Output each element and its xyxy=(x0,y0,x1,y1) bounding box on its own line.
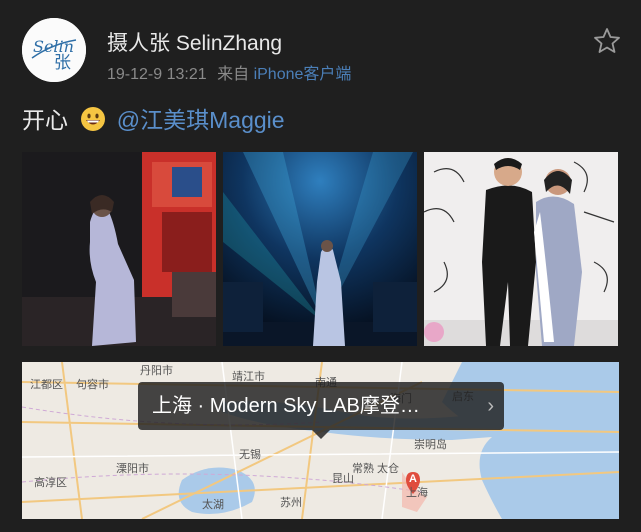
username[interactable]: 摄人张 SelinZhang xyxy=(107,27,282,57)
svg-text:张: 张 xyxy=(54,53,71,73)
grinning-face-icon xyxy=(81,107,106,131)
star-icon[interactable] xyxy=(592,26,622,56)
location-name: 上海 · Modern Sky LAB摩登… xyxy=(152,395,420,417)
map-label-liyang: 溧阳市 xyxy=(116,463,149,475)
map-label-taihu: 太湖 xyxy=(202,499,224,511)
map-label-shanghai: 上海 xyxy=(406,487,428,499)
location-tooltip[interactable]: 上海 · Modern Sky LAB摩登… › xyxy=(138,382,504,430)
avatar-logo-icon: Selin 张 xyxy=(22,18,86,82)
timestamp: 19-12-9 13:21 xyxy=(107,66,207,83)
concert-photo-2[interactable] xyxy=(223,152,417,346)
source-prefix: 来自 xyxy=(217,66,250,83)
map-label-taicang: 太仓 xyxy=(377,463,399,475)
map-label-gaochun: 高淳区 xyxy=(34,477,67,489)
map-label-yancheng: 丹阳市 xyxy=(140,365,173,377)
map-label-jiangdu: 江都区 xyxy=(30,379,63,391)
tooltip-tail xyxy=(312,430,330,439)
concert-photo-1[interactable] xyxy=(22,152,216,346)
map-label-wuxi: 无锡 xyxy=(239,449,261,461)
map-label-kunshan: 昆山 xyxy=(332,473,354,485)
map-label-chongming: 崇明岛 xyxy=(414,439,447,451)
map-marker-label: A xyxy=(409,473,417,485)
post-text: 开心 xyxy=(22,107,68,133)
avatar[interactable]: Selin 张 xyxy=(22,18,86,82)
map-label-changshu: 常熟 xyxy=(352,463,374,475)
chevron-right-icon: › xyxy=(487,395,494,417)
map-label-suzhou: 苏州 xyxy=(280,497,302,509)
post-meta: 19-12-9 13:21 来自 iPhone客户端 xyxy=(107,60,351,84)
location-map[interactable]: 丹阳市 靖江市 南通 海门 启东 江都区 句容市 无锡 常熟 苏州 昆山 太仓 … xyxy=(22,362,619,519)
mention-link[interactable]: @江美琪Maggie xyxy=(117,107,285,133)
source-link[interactable]: iPhone客户端 xyxy=(254,66,352,83)
post-header: Selin 张 摄人张 SelinZhang 19-12-9 13:21 来自 … xyxy=(22,18,622,88)
map-label-gouge: 句容市 xyxy=(76,379,109,391)
post-body: 开心 @江美琪Maggie xyxy=(22,101,285,135)
backstage-photo-3[interactable] xyxy=(424,152,618,346)
